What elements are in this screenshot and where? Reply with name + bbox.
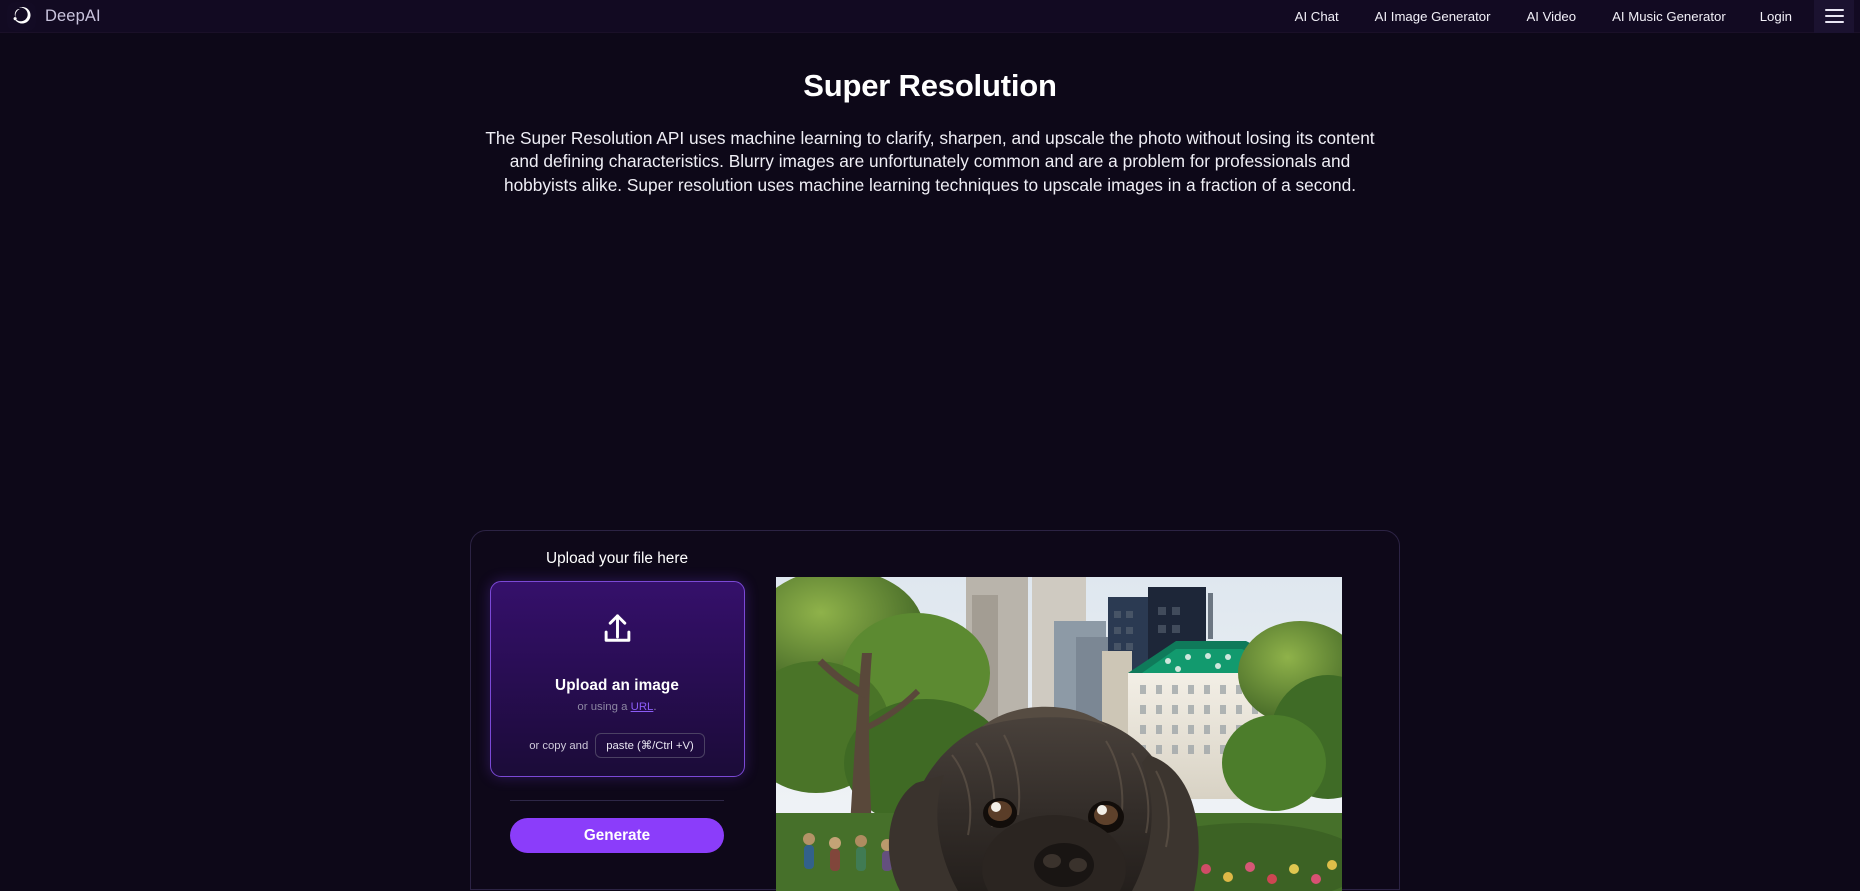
dropzone-subtitle: or using a URL. (577, 701, 656, 713)
copy-and-label: or copy and (529, 739, 589, 752)
file-dropzone[interactable]: Upload an image or using a URL. or copy … (489, 581, 745, 777)
hero-section: Super Resolution The Super Resolution AP… (0, 33, 1860, 197)
upload-pane: Upload your file here Upload an image or… (471, 531, 763, 889)
hamburger-bar (1824, 21, 1844, 23)
nav-ai-image-generator[interactable]: AI Image Generator (1357, 0, 1509, 33)
page-description: The Super Resolution API uses machine le… (485, 128, 1375, 195)
top-header-bar: DeepAI AI Chat AI Image Generator AI Vid… (0, 0, 1860, 33)
upload-pane-heading: Upload your file here (545, 550, 689, 567)
page-title: Super Resolution (803, 68, 1057, 103)
generate-button[interactable]: Generate (510, 818, 724, 853)
preview-pane (763, 531, 1399, 891)
tool-panel: Upload your file here Upload an image or… (470, 530, 1400, 891)
paste-button[interactable]: paste (⌘/Ctrl +V) (595, 733, 705, 758)
hamburger-bar (1824, 9, 1844, 11)
dropzone-subtitle-suffix: . (653, 701, 657, 713)
dropzone-subtitle-prefix: or using a (577, 701, 631, 713)
nav-login[interactable]: Login (1744, 0, 1808, 33)
hamburger-menu-icon[interactable] (1814, 0, 1854, 33)
hamburger-bar (1824, 15, 1844, 17)
upload-arrow-icon (598, 611, 637, 655)
brand-name-label: DeepAI (45, 6, 101, 25)
preview-illustration (776, 577, 1342, 891)
nav-ai-chat[interactable]: AI Chat (1277, 0, 1357, 33)
dropzone-title: Upload an image (555, 677, 679, 694)
section-divider (510, 800, 724, 801)
paste-row: or copy and paste (⌘/Ctrl +V) (491, 733, 744, 758)
main-navigation: AI Chat AI Image Generator AI Video AI M… (1277, 0, 1860, 33)
deepai-swirl-logo-icon[interactable] (7, 1, 36, 31)
dropzone-url-link[interactable]: URL (631, 701, 654, 713)
brand-logo-group[interactable]: DeepAI (7, 0, 101, 33)
image-preview[interactable] (776, 577, 1342, 891)
nav-ai-music-generator[interactable]: AI Music Generator (1594, 0, 1744, 33)
nav-ai-video[interactable]: AI Video (1508, 0, 1594, 33)
